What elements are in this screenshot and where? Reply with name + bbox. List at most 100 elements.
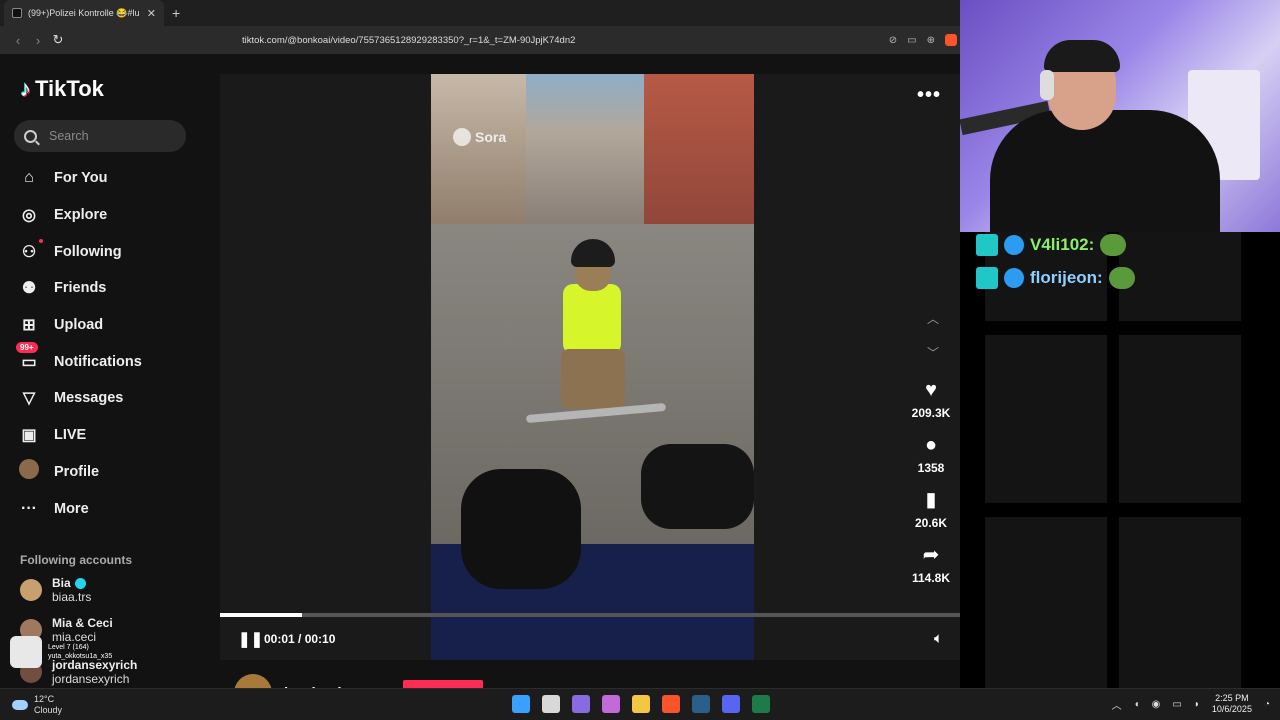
- clock-time: 2:25 PM: [1215, 693, 1249, 703]
- live-icon: ▣: [21, 427, 37, 445]
- search-input[interactable]: Search: [14, 120, 186, 152]
- close-tab-icon[interactable]: ✕: [147, 7, 156, 20]
- previous-video-button[interactable]: ︿: [927, 310, 939, 327]
- nav-label: Upload: [54, 317, 104, 334]
- copilot-icon[interactable]: [572, 695, 590, 713]
- share-icon: ➦: [922, 544, 940, 566]
- nav-label: More: [54, 500, 89, 517]
- video-frame[interactable]: Sora: [431, 74, 754, 660]
- tiktok-logo[interactable]: ♪ TikTok: [20, 76, 104, 102]
- tiktok-note-icon: ♪: [20, 76, 31, 101]
- microphone-icon[interactable]: ◉: [1152, 699, 1161, 710]
- nav-more[interactable]: ··· More: [18, 490, 142, 527]
- chat-message: florijeon:: [976, 267, 1135, 289]
- file-explorer-icon[interactable]: [632, 695, 650, 713]
- achievement-popup: Level 7 (164) yuta_okkotsu1a_x35: [10, 636, 112, 668]
- tray-overflow-icon[interactable]: ︿: [1112, 697, 1122, 712]
- share-button[interactable]: ➦ 114.8K: [909, 543, 953, 585]
- nav-label: For You: [54, 170, 108, 187]
- following-account-item[interactable]: Bia biaa.trs: [20, 576, 91, 604]
- helmet: [571, 239, 615, 267]
- nav-messages[interactable]: ▽ Messages: [18, 380, 142, 417]
- notification-bell-icon[interactable]: ◔: [1264, 699, 1270, 710]
- inbox-icon: ▭ 99+: [16, 341, 40, 372]
- nav-profile[interactable]: Profile: [18, 454, 142, 491]
- nav-friends[interactable]: ⚉ Friends: [18, 270, 142, 307]
- nav-following[interactable]: ⚇ Following: [18, 233, 142, 270]
- steam-icon[interactable]: [692, 695, 710, 713]
- cast-icon[interactable]: ▭: [907, 35, 916, 46]
- network-icon[interactable]: ▭: [1172, 699, 1181, 710]
- chat-grid: [985, 232, 1243, 688]
- profile-avatar-icon: [18, 459, 40, 484]
- nav-label: Profile: [54, 463, 100, 480]
- nav-notifications[interactable]: ▭ 99+ Notifications: [16, 341, 142, 380]
- stream-chat: V4li102: florijeon:: [960, 232, 1280, 688]
- brave-browser-icon[interactable]: [662, 695, 680, 713]
- reload-button[interactable]: ↻: [48, 32, 68, 48]
- nav-live[interactable]: ▣ LIVE: [18, 417, 142, 454]
- chat-tile: [985, 517, 1107, 688]
- beanie: [1044, 40, 1120, 72]
- nav-label: Notifications: [54, 353, 142, 370]
- chat-tile: [1119, 232, 1241, 321]
- nav-explore[interactable]: ◎ Explore: [18, 197, 142, 234]
- main-nav: ⌂ For You ◎ Explore ⚇ Following ⚉ Friend…: [16, 160, 142, 527]
- mod-badge-icon: [1004, 268, 1024, 288]
- more-options-button[interactable]: •••: [917, 84, 941, 107]
- new-tab-button[interactable]: +: [172, 5, 180, 21]
- url-text[interactable]: tiktok.com/@bonkoai/video/75573651289292…: [242, 35, 889, 46]
- forward-button[interactable]: ›: [28, 33, 48, 48]
- weather-condition: Cloudy: [34, 705, 63, 715]
- playback-time: 00:01 / 00:10: [264, 632, 336, 646]
- taskbar-apps: [512, 695, 770, 713]
- account-name: Bia: [52, 576, 71, 590]
- address-bar[interactable]: tiktok.com/@bonkoai/video/75573651289292…: [222, 30, 957, 50]
- progress-bar[interactable]: [220, 613, 965, 617]
- sora-icon: [453, 128, 471, 146]
- chat-tile: [985, 335, 1107, 503]
- mod-badge-icon: [1004, 235, 1024, 255]
- nav-upload[interactable]: ⊞ Upload: [18, 307, 142, 344]
- clock-date: 10/6/2025: [1211, 704, 1252, 714]
- comment-button[interactable]: ● 1358: [909, 433, 953, 475]
- glove-right: [641, 444, 754, 529]
- achievement-icon: [10, 636, 42, 668]
- address-bar-icons: ⊘ ▭ ⊕: [889, 34, 957, 46]
- bookmark-button[interactable]: ▮ 20.6K: [909, 488, 953, 530]
- heart-icon: ♥: [925, 379, 937, 401]
- back-button[interactable]: ‹: [8, 33, 28, 48]
- like-button[interactable]: ♥ 209.3K: [909, 378, 953, 420]
- brave-shield-icon[interactable]: [945, 34, 957, 46]
- discord-icon[interactable]: [722, 695, 740, 713]
- video-player[interactable]: Sora ••• ︿ ﹀ ♥ 209.3K ● 1358 ▮ 20.6K ➦ 1…: [220, 74, 965, 660]
- next-video-button[interactable]: ﹀: [927, 344, 939, 361]
- zoom-icon[interactable]: ⊕: [927, 35, 935, 46]
- copilot-app-icon[interactable]: [602, 695, 620, 713]
- bookmark-icon: ▮: [925, 489, 937, 511]
- task-view-icon[interactable]: [542, 695, 560, 713]
- volume-tray-icon[interactable]: ◗: [1194, 699, 1200, 710]
- weather-widget[interactable]: 12°C Cloudy: [12, 694, 62, 716]
- streamer-webcam: [960, 0, 1280, 232]
- glove-left: [461, 469, 581, 589]
- no-cast-icon[interactable]: ⊘: [889, 35, 897, 46]
- pause-button[interactable]: ❚❚: [238, 630, 263, 648]
- follow-button[interactable]: [403, 680, 483, 688]
- spreadsheet-icon[interactable]: [752, 695, 770, 713]
- nav-for-you[interactable]: ⌂ For You: [18, 160, 142, 197]
- windows-taskbar: 12°C Cloudy ︿ ◖ ◉ ▭ ◗ 2:25 PM 10/6/2025 …: [0, 688, 1280, 720]
- system-clock[interactable]: 2:25 PM 10/6/2025: [1212, 693, 1252, 715]
- search-icon: [24, 129, 37, 143]
- streamer-body: [990, 110, 1220, 232]
- achievement-level: Level 7 (164): [48, 644, 89, 651]
- windows-start-icon[interactable]: [512, 695, 530, 713]
- cat-legs: [561, 349, 625, 409]
- speaker-icon[interactable]: ◖: [1134, 699, 1140, 710]
- volume-icon[interactable]: 🔈︎: [934, 630, 943, 647]
- pepe-emote-icon: [1108, 267, 1135, 289]
- browser-tab[interactable]: (99+)Polizei Kontrolle 😂#lu ✕: [4, 0, 164, 26]
- account-handle: jordansexyrich: [52, 672, 130, 686]
- sidebar: ♪ TikTok Search ⌂ For You ◎ Explore ⚇ Fo…: [0, 54, 200, 688]
- comment-count: 1358: [917, 461, 945, 475]
